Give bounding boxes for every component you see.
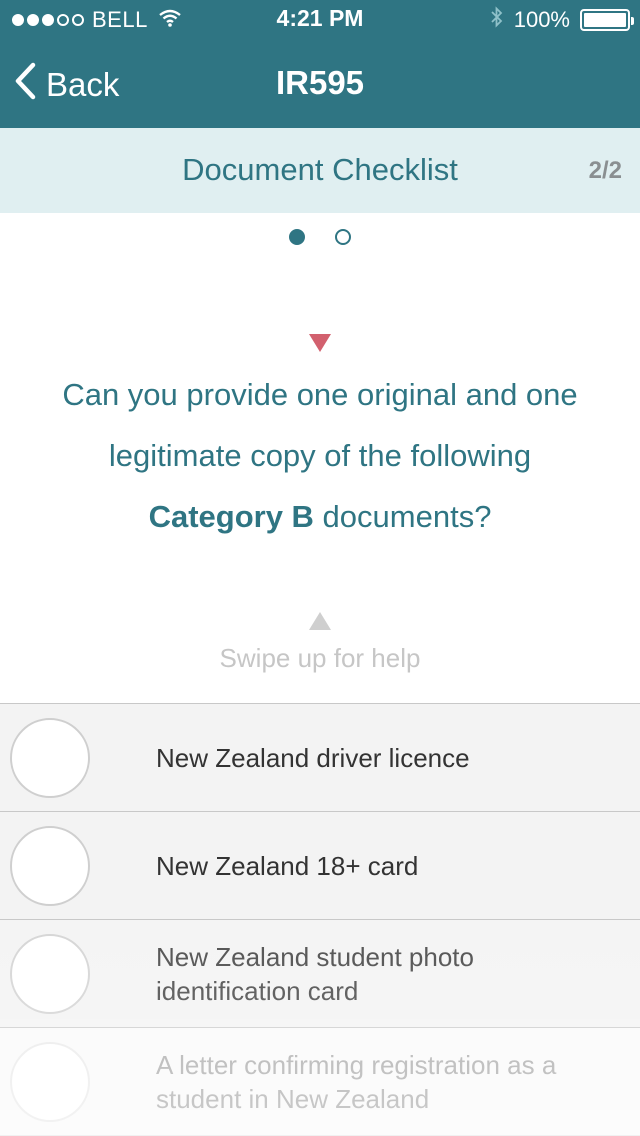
checkbox-circle[interactable]: [10, 718, 90, 798]
checkbox-circle[interactable]: [10, 1042, 90, 1122]
bluetooth-icon: [490, 5, 504, 35]
list-item[interactable]: New Zealand student photo identification…: [0, 920, 640, 1028]
item-label: New Zealand student photo identification…: [156, 941, 474, 1006]
list-item[interactable]: New Zealand driver licence: [0, 704, 640, 812]
item-label: New Zealand driver licence: [156, 742, 470, 773]
list-item[interactable]: A letter confirming registration as a st…: [0, 1028, 640, 1136]
back-button[interactable]: Back: [14, 62, 119, 108]
item-label: New Zealand 18+ card: [156, 850, 419, 881]
checkbox-circle[interactable]: [10, 934, 90, 1014]
triangle-down-icon: [309, 334, 331, 357]
section-title: Document Checklist: [182, 152, 458, 187]
page-dot-1[interactable]: [289, 229, 305, 245]
help-text: Swipe up for help: [219, 643, 421, 673]
question-suffix: documents?: [313, 499, 492, 534]
list-item[interactable]: New Zealand 18+ card: [0, 812, 640, 920]
status-bar: BELL 4:21 PM 100%: [0, 0, 640, 40]
section-header: Document Checklist 2/2: [0, 128, 640, 213]
page-counter: 2/2: [588, 157, 622, 184]
page-dot-2[interactable]: [335, 229, 351, 245]
triangle-up-icon: [309, 612, 331, 634]
question-text: Can you provide one original and one leg…: [40, 364, 600, 547]
back-label: Back: [46, 66, 120, 103]
question-emphasis: Category B: [148, 499, 314, 534]
battery-icon: [580, 9, 634, 31]
page-indicator[interactable]: [0, 229, 640, 245]
swipe-help[interactable]: Swipe up for help: [0, 612, 640, 674]
navigation-bar: Back IR595: [0, 40, 640, 128]
chevron-left-icon: [14, 62, 36, 108]
battery-percent: 100%: [513, 7, 570, 32]
document-checklist: New Zealand driver licence New Zealand 1…: [0, 703, 640, 1136]
item-label: A letter confirming registration as a st…: [156, 1049, 557, 1114]
question-prefix: Can you provide one original and one leg…: [62, 377, 578, 473]
checkbox-circle[interactable]: [10, 826, 90, 906]
